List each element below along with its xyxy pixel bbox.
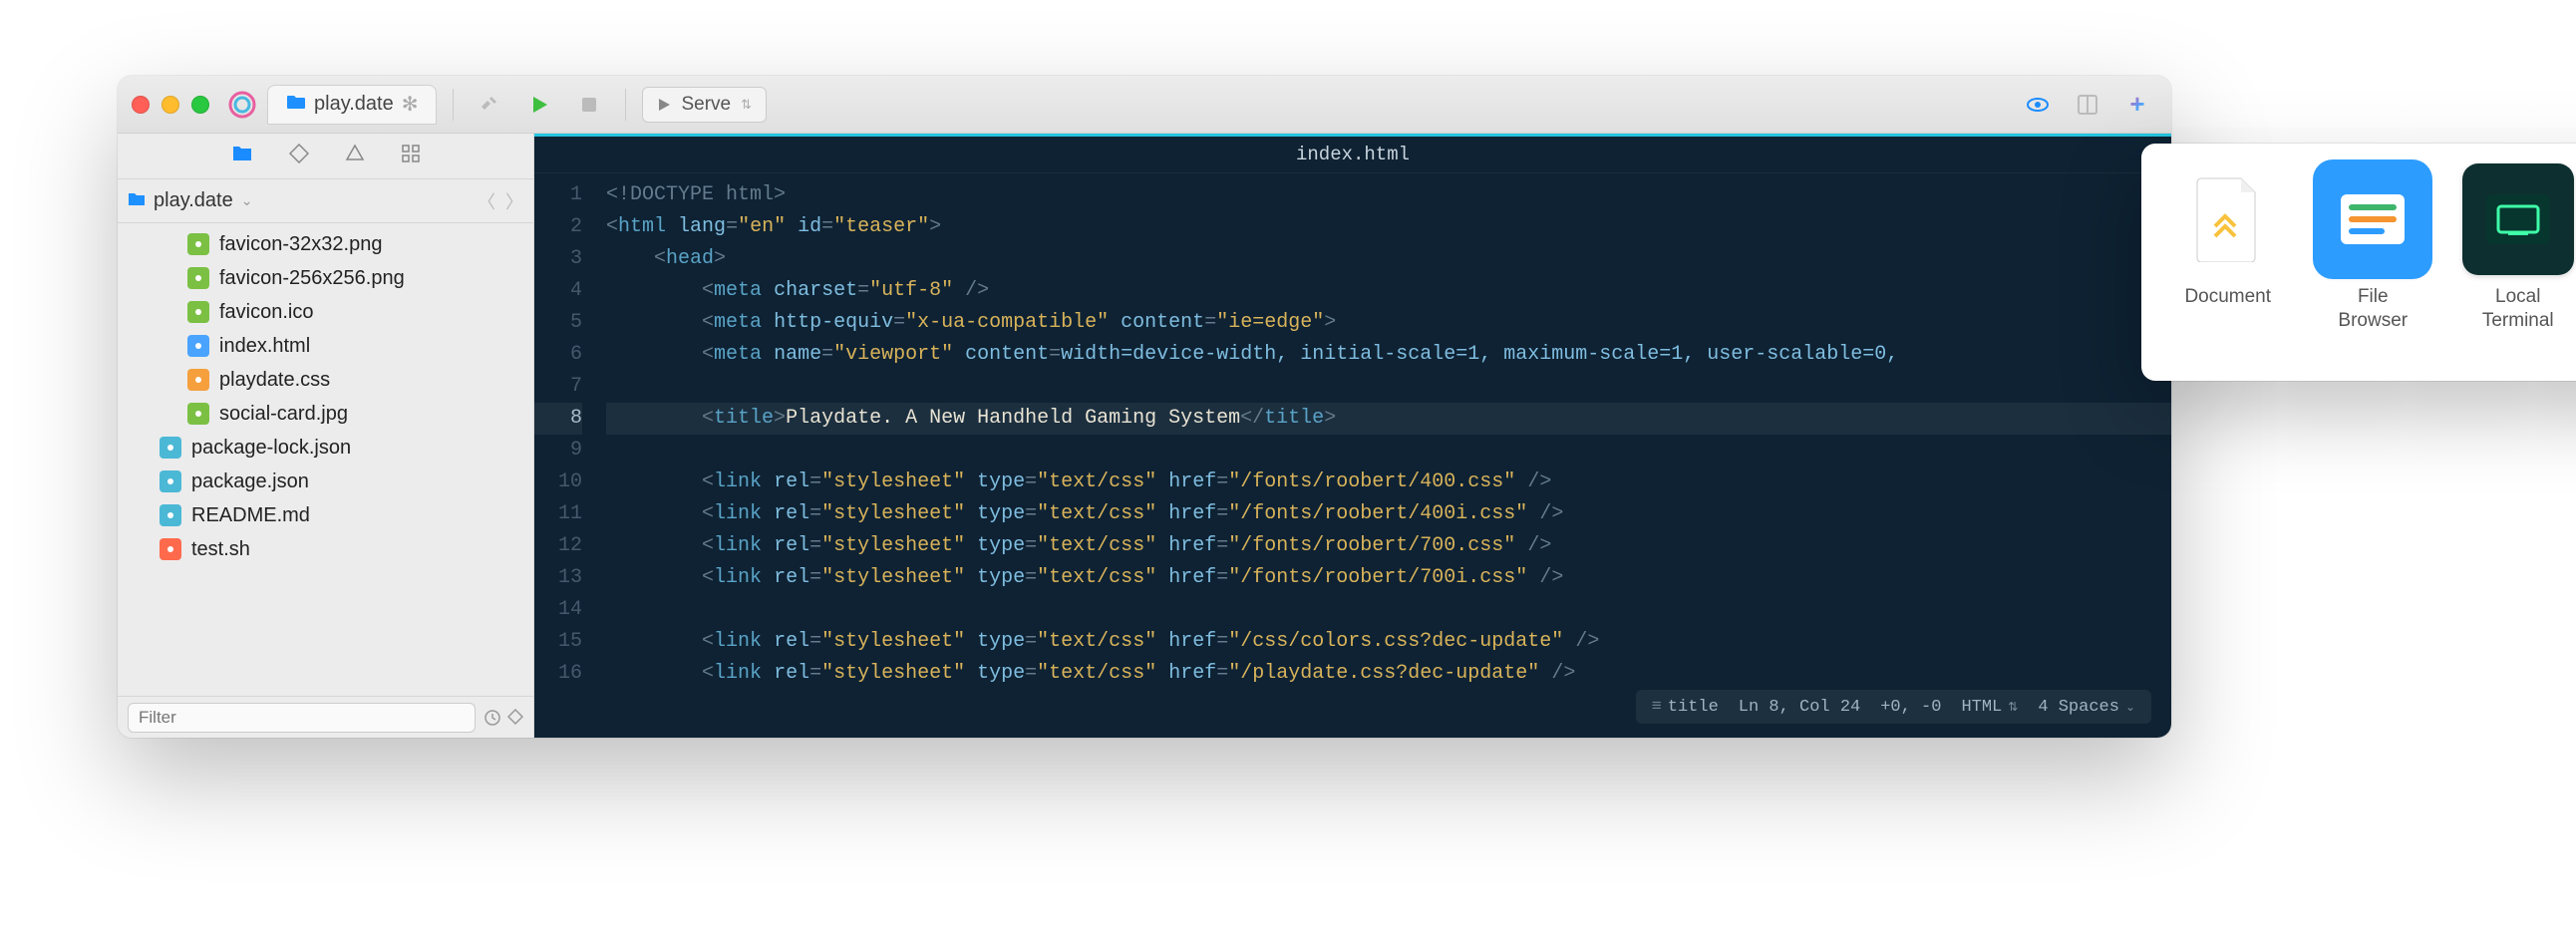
toolbar-divider <box>625 89 626 121</box>
close-window-button[interactable] <box>132 96 150 114</box>
file-type-icon <box>160 504 181 526</box>
breadcrumb[interactable]: play.date ⌄ 〈 〉 <box>118 179 533 223</box>
maximize-window-button[interactable] <box>191 96 209 114</box>
gutter: 12345678910111213141516 <box>534 173 592 738</box>
status-diff[interactable]: +0, -0 <box>1880 698 1941 717</box>
scm-tab-icon[interactable] <box>289 144 309 168</box>
project-tab[interactable]: play.date ✻ <box>267 85 437 125</box>
sidebar: play.date ⌄ 〈 〉 favicon-32x32.pngfavicon… <box>118 134 534 738</box>
file-type-icon <box>160 437 181 459</box>
file-label: package-lock.json <box>191 437 351 460</box>
popover-item-label: Document <box>2184 285 2271 309</box>
file-type-icon <box>187 369 209 391</box>
file-label: favicon.ico <box>219 301 314 324</box>
breadcrumb-label: play.date <box>154 189 233 212</box>
chevron-updown-icon: ⇅ <box>741 97 752 113</box>
file-item[interactable]: favicon-32x32.png <box>118 227 533 261</box>
file-item[interactable]: package.json <box>118 465 533 498</box>
new-item-button[interactable]: + <box>2117 87 2157 123</box>
file-item[interactable]: favicon-256x256.png <box>118 261 533 295</box>
sidebar-tool-tabs <box>118 134 533 179</box>
file-item[interactable]: test.sh <box>118 532 533 566</box>
status-symbol[interactable]: ≡title <box>1652 698 1719 717</box>
file-label: test.sh <box>191 538 250 561</box>
toolbar-divider <box>453 89 454 121</box>
code-area[interactable]: <!DOCTYPE html><html lang="en" id="tease… <box>592 173 2171 738</box>
file-type-icon <box>160 538 181 560</box>
file-type-icon <box>187 301 209 323</box>
preview-button[interactable] <box>2018 87 2058 123</box>
file-browser-icon <box>2317 163 2428 275</box>
file-label: favicon-256x256.png <box>219 267 405 290</box>
symbols-tab-icon[interactable] <box>401 144 421 168</box>
editor: index.html 12345678910111213141516 <!DOC… <box>534 134 2171 738</box>
traffic-lights <box>132 96 209 114</box>
nav-back-button[interactable]: 〈 <box>478 188 495 214</box>
file-label: package.json <box>191 470 309 493</box>
play-small-icon <box>657 98 671 112</box>
local-terminal-icon <box>2462 163 2574 275</box>
plus-icon: + <box>2129 89 2144 120</box>
file-item[interactable]: favicon.ico <box>118 295 533 329</box>
popover-item-label: FileBrowser <box>2338 285 2408 333</box>
popover-item-local-terminal[interactable]: LocalTerminal <box>2455 163 2576 361</box>
file-item[interactable]: README.md <box>118 498 533 532</box>
project-tab-label: play.date <box>314 93 394 116</box>
titlebar: play.date ✻ Serve ⇅ + <box>118 76 2171 134</box>
chevron-down-icon: ⌄ <box>241 192 253 209</box>
issues-tab-icon[interactable] <box>345 144 365 168</box>
file-type-icon <box>187 267 209 289</box>
serve-task-select[interactable]: Serve ⇅ <box>642 87 767 123</box>
app-logo-icon <box>227 90 257 120</box>
editor-body[interactable]: 12345678910111213141516 <!DOCTYPE html><… <box>534 173 2171 738</box>
editor-filename: index.html <box>1296 144 1410 165</box>
file-label: playdate.css <box>219 369 330 392</box>
file-type-icon <box>187 403 209 425</box>
popover-item-document[interactable]: Document <box>2165 163 2291 361</box>
filter-options-icon[interactable] <box>483 709 523 727</box>
run-button[interactable] <box>519 87 559 123</box>
filter-bar <box>118 696 533 738</box>
file-type-icon <box>187 233 209 255</box>
file-item[interactable]: playdate.css <box>118 363 533 397</box>
file-type-icon <box>160 470 181 492</box>
file-item[interactable]: index.html <box>118 329 533 363</box>
status-bar: ≡title Ln 8, Col 24 +0, -0 HTML ⇅ 4 Spac… <box>1636 690 2151 724</box>
serve-label: Serve <box>681 94 731 116</box>
file-item[interactable]: social-card.jpg <box>118 397 533 431</box>
minimize-window-button[interactable] <box>161 96 179 114</box>
editor-tab[interactable]: index.html <box>534 134 2171 173</box>
new-item-popover: DocumentFileBrowserLocalTerminalRemoteTe… <box>2141 144 2576 381</box>
gear-badge-icon: ✻ <box>402 92 419 117</box>
folder-icon <box>128 189 146 212</box>
file-label: README.md <box>191 504 310 527</box>
file-label: index.html <box>219 335 310 358</box>
file-type-icon <box>187 335 209 357</box>
status-language[interactable]: HTML ⇅ <box>1961 698 2018 717</box>
file-label: social-card.jpg <box>219 403 348 426</box>
files-tab-icon[interactable] <box>231 145 253 167</box>
file-tree: favicon-32x32.png favicon-256x256.png favi… <box>118 223 533 696</box>
document-icon <box>2172 163 2284 275</box>
status-indent[interactable]: 4 Spaces ⌄ <box>2038 698 2135 717</box>
popover-item-file-browser[interactable]: FileBrowser <box>2311 163 2436 361</box>
nav-fwd-button[interactable]: 〉 <box>505 188 523 214</box>
status-position[interactable]: Ln 8, Col 24 <box>1739 698 1860 717</box>
popover-item-label: LocalTerminal <box>2482 285 2554 333</box>
app-window: play.date ✻ Serve ⇅ + <box>118 76 2171 738</box>
folder-icon <box>286 93 306 116</box>
file-label: favicon-32x32.png <box>219 233 382 256</box>
stop-button[interactable] <box>569 87 609 123</box>
file-item[interactable]: package-lock.json <box>118 431 533 465</box>
hammer-build-button[interactable] <box>470 87 509 123</box>
filter-input[interactable] <box>128 703 476 733</box>
layout-button[interactable] <box>2068 87 2107 123</box>
